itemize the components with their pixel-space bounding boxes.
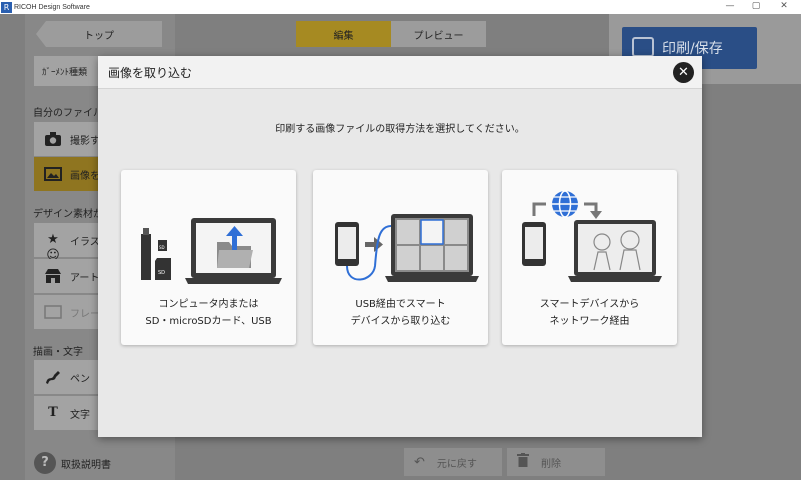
tab-preview[interactable]: プレビュー	[391, 21, 486, 47]
minimize-button[interactable]: —	[718, 0, 742, 14]
window-titlebar: R RICOH Design Software — ▢ ✕	[0, 0, 801, 14]
sidebar-item-label: フレー	[70, 308, 100, 320]
restore-button[interactable]: ▢	[744, 0, 768, 14]
text-icon: T	[48, 405, 58, 420]
window-title: RICOH Design Software	[14, 3, 90, 11]
ricoh-logo-icon: R	[1, 1, 12, 13]
dialog-title: 画像を取り込む	[108, 65, 193, 80]
pen-icon	[44, 369, 62, 385]
printer-icon	[632, 37, 654, 57]
my-files-heading: 自分のファイル	[33, 108, 103, 119]
sidebar-item-label: 画像を	[70, 170, 100, 182]
undo-button[interactable]: ↶ 元に戻す	[404, 448, 502, 476]
delete-button[interactable]: 削除	[507, 448, 605, 476]
option-label: コンピュータ内または SD・microSDカード、USB	[121, 296, 296, 330]
draw-heading: 描画・文字	[33, 347, 83, 358]
trash-icon	[517, 453, 529, 471]
print-save-label: 印刷/保存	[662, 41, 723, 57]
svg-text:SD: SD	[158, 270, 165, 276]
sidebar-item-label: イラス	[70, 236, 100, 248]
dialog-header: 画像を取り込む	[98, 56, 702, 89]
undo-label: 元に戻す	[436, 458, 477, 470]
art-icon	[44, 268, 62, 284]
option-label-line1: スマートデバイスから	[539, 299, 640, 310]
undo-icon: ↶	[414, 454, 425, 470]
option-label-line2: ネットワーク経由	[549, 316, 630, 327]
image-icon	[44, 166, 62, 182]
network-phone-icon	[522, 190, 662, 282]
sidebar-item-label: アート	[70, 272, 100, 284]
dialog-instruction: 印刷する画像ファイルの取得方法を選択してください。	[275, 124, 525, 135]
option-label-line1: コンピュータ内または	[158, 299, 259, 310]
import-image-dialog: 画像を取り込む ✕ 印刷する画像ファイルの取得方法を選択してください。 SD S…	[98, 56, 702, 437]
option-label: スマートデバイスから ネットワーク経由	[502, 296, 677, 330]
manual-label: 取扱説明書	[61, 459, 111, 471]
close-window-button[interactable]: ✕	[772, 0, 796, 14]
sidebar-item-label: ペン	[70, 373, 90, 385]
option-usb-smart-device[interactable]: USB経由でスマート デバイスから取り込む	[313, 170, 488, 345]
option-label-line2: SD・microSDカード、USB	[145, 316, 272, 327]
sidebar-item-label: 文字	[70, 409, 90, 421]
option-label-line1: USB経由でスマート	[355, 299, 446, 310]
dialog-close-button[interactable]: ✕	[673, 62, 694, 83]
usb-phone-icon	[335, 214, 479, 282]
camera-icon	[44, 131, 62, 147]
option-label: USB経由でスマート デバイスから取り込む	[313, 296, 488, 330]
stamp-icon: ★☺	[46, 232, 60, 263]
computer-folder-icon: SD SD	[141, 218, 282, 284]
frame-icon	[44, 304, 62, 320]
sidebar-item-label: 撮影す	[70, 135, 100, 147]
back-to-top-button[interactable]: トップ	[36, 21, 162, 47]
manual-button[interactable]: ? 取扱説明書	[34, 450, 111, 476]
option-computer-sd-usb[interactable]: SD SD コンピュータ内または SD・microSDカード、USB	[121, 170, 296, 345]
tab-edit[interactable]: 編集	[296, 21, 391, 47]
option-label-line2: デバイスから取り込む	[350, 316, 451, 327]
option-network-smart-device[interactable]: スマートデバイスから ネットワーク経由	[502, 170, 677, 345]
svg-text:SD: SD	[159, 245, 165, 250]
delete-label: 削除	[541, 458, 561, 470]
help-icon: ?	[34, 452, 56, 474]
